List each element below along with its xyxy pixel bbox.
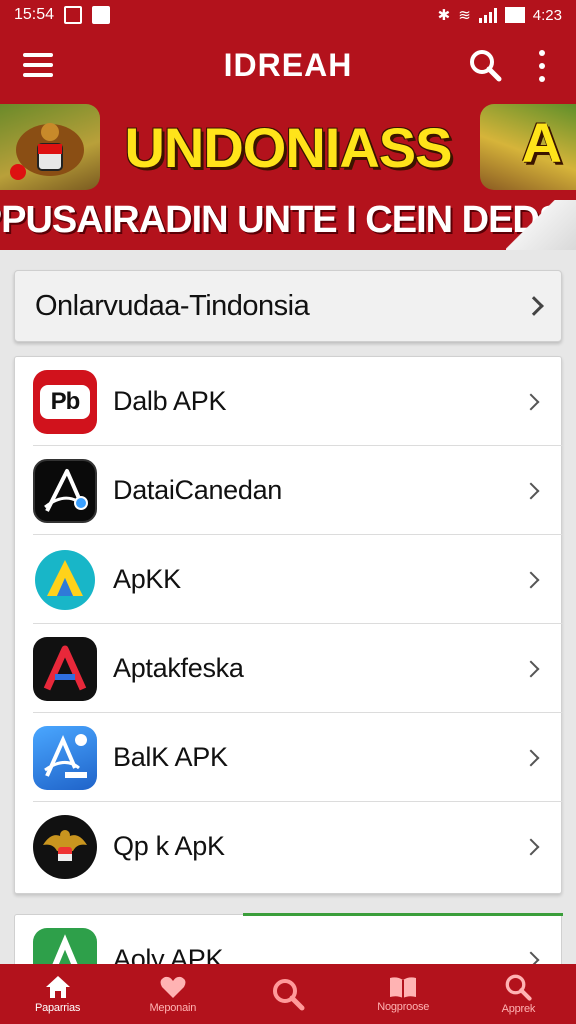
banner-corner-decoration xyxy=(506,200,576,250)
bottom-navigation: Paparrias Meponain Nogproose Apprek xyxy=(0,964,576,1024)
list-item[interactable]: Pb Dalb APK xyxy=(15,357,563,446)
promo-banner[interactable]: UNDONIASS A PPUSAIRADIN UNTE I CEIN DEDS… xyxy=(0,100,576,250)
app-label: Aptakfeska xyxy=(113,653,244,683)
nav-library[interactable]: Nogproose xyxy=(346,964,461,1024)
blue-a-icon xyxy=(33,725,97,790)
section-header[interactable]: Onlarvudaa-Tindonsia xyxy=(14,270,562,342)
more-options-icon[interactable] xyxy=(532,50,552,82)
banner-subheading: PPUSAIRADIN UNTE I CEIN DEDSIN xyxy=(0,198,576,241)
app-label: BalK APK xyxy=(113,742,228,772)
list-item[interactable]: ApKK xyxy=(15,535,563,624)
search-icon xyxy=(506,974,532,1001)
heart-icon xyxy=(160,976,186,998)
status-bar: 15:54 ✱ ≋ 4:23 xyxy=(0,0,576,30)
nav-favorites[interactable]: Meponain xyxy=(115,964,230,1024)
book-icon xyxy=(390,977,417,998)
chevron-right-icon xyxy=(522,393,540,410)
search-icon xyxy=(273,979,305,1011)
dark-a-icon xyxy=(33,636,97,701)
nav-label: Paparrias xyxy=(34,1002,81,1014)
mail-icon xyxy=(64,6,83,24)
garuda-emblem-icon xyxy=(33,814,97,879)
nav-label: Meponain xyxy=(149,1002,197,1014)
nav-home[interactable]: Paparrias xyxy=(0,964,115,1024)
chevron-right-icon xyxy=(522,660,540,677)
chevron-right-icon xyxy=(524,296,544,316)
status-clock-right: 4:23 xyxy=(532,6,562,24)
home-icon xyxy=(45,976,70,998)
list-item[interactable]: DataiCanedan xyxy=(15,446,563,535)
signal-icon xyxy=(478,7,497,23)
a-logo-icon xyxy=(33,458,97,523)
nav-search[interactable] xyxy=(230,964,345,1024)
chevron-right-icon xyxy=(522,482,540,499)
gradient-a-icon xyxy=(33,547,97,612)
app-bar: IDREAH xyxy=(0,30,576,100)
app-label: ApKK xyxy=(113,564,181,594)
menu-icon[interactable] xyxy=(0,30,76,100)
search-icon[interactable] xyxy=(468,48,502,82)
garuda-emblem-image xyxy=(0,104,100,190)
wifi-icon: ≋ xyxy=(458,7,471,24)
nav-label: Apprek xyxy=(501,1003,536,1015)
app-label: Qp k ApK xyxy=(113,831,225,861)
banner-heading-letter: A xyxy=(521,111,562,174)
status-time: 15:54 xyxy=(14,6,55,23)
bluetooth-icon: ✱ xyxy=(437,7,451,24)
pb-logo-icon: Pb xyxy=(33,369,97,434)
list-item[interactable]: Qp k ApK xyxy=(15,802,563,891)
nav-apps[interactable]: Apprek xyxy=(461,964,576,1024)
nav-label: Nogproose xyxy=(377,1001,430,1013)
app-label: DataiCanedan xyxy=(113,475,283,505)
app-list: Pb Dalb APK DataiCanedan ApKK Aptakfeska… xyxy=(14,356,563,894)
chevron-right-icon xyxy=(522,838,540,855)
chevron-right-icon xyxy=(522,749,540,766)
app-label: Dalb APK xyxy=(113,386,227,416)
banner-heading: UNDONIASS xyxy=(124,115,452,179)
section-title: Onlarvudaa-Tindonsia xyxy=(35,289,310,322)
chevron-right-icon xyxy=(522,571,540,588)
battery-icon xyxy=(504,7,525,23)
notification-icon xyxy=(92,6,111,24)
list-item[interactable]: Aptakfeska xyxy=(15,624,563,713)
list-item[interactable]: BalK APK xyxy=(15,713,563,802)
